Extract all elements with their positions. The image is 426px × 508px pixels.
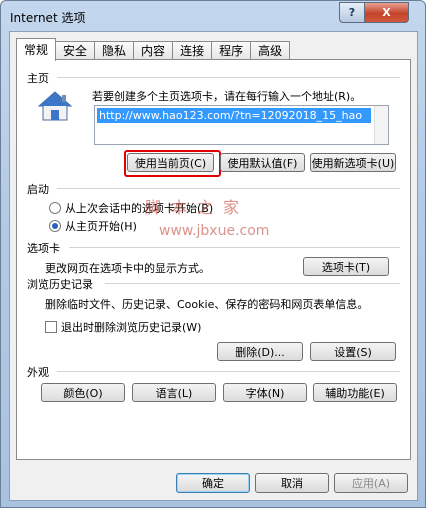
tab-advanced[interactable]: 高级: [250, 41, 291, 61]
divider: [69, 247, 400, 248]
startup-section-title: 启动: [27, 183, 49, 196]
tab-security[interactable]: 安全: [55, 41, 96, 61]
internet-options-window: Internet 选项 ? X 常规 安全 隐私 内容 连接 程序 高级 主页 …: [0, 0, 426, 508]
divider: [105, 283, 400, 284]
home-page-textarea[interactable]: http://www.hao123.com/?tn=12092018_15_ha…: [94, 105, 389, 145]
use-default-button[interactable]: 使用默认值(F): [220, 153, 305, 172]
delete-on-exit-label: 退出时删除浏览历史记录(W): [61, 321, 202, 334]
window-title: Internet 选项: [10, 11, 86, 25]
title-bar: Internet 选项 ? X: [1, 1, 425, 31]
languages-button[interactable]: 语言(L): [132, 383, 216, 402]
tabs-section-title: 选项卡: [27, 242, 60, 255]
divider: [57, 188, 400, 189]
watermark-title: 脚本之家: [145, 198, 250, 217]
textarea-scrollbar[interactable]: [374, 106, 388, 144]
home-instruction: 若要创建多个主页选项卡，请在每行输入一个地址(R)。: [92, 90, 362, 103]
fonts-button[interactable]: 字体(N): [223, 383, 307, 402]
use-current-button[interactable]: 使用当前页(C): [127, 153, 214, 172]
tab-general[interactable]: 常规: [16, 38, 57, 61]
startup-radio-home-page[interactable]: [49, 220, 61, 232]
tabs-settings-button[interactable]: 选项卡(T): [303, 257, 389, 276]
appearance-section-title: 外观: [27, 366, 49, 379]
colors-button[interactable]: 颜色(O): [41, 383, 125, 402]
startup-radio-last-session[interactable]: [49, 202, 61, 214]
home-icon: [37, 91, 73, 121]
divider: [57, 77, 400, 78]
ok-button[interactable]: 确定: [176, 473, 250, 493]
help-button[interactable]: ?: [339, 2, 365, 23]
history-settings-button[interactable]: 设置(S): [310, 342, 396, 361]
close-button[interactable]: X: [364, 2, 409, 23]
history-description: 删除临时文件、历史记录、Cookie、保存的密码和网页表单信息。: [45, 298, 369, 311]
delete-on-exit-checkbox[interactable]: [45, 321, 57, 333]
watermark-url: www.jbxue.com: [159, 223, 270, 239]
tab-programs[interactable]: 程序: [211, 41, 252, 61]
use-new-tab-button[interactable]: 使用新选项卡(U): [310, 153, 396, 172]
divider: [57, 371, 400, 372]
tab-content[interactable]: 内容: [133, 41, 174, 61]
startup-option-home-page: 从主页开始(H): [65, 220, 137, 233]
tab-strip: 常规 安全 隐私 内容 连接 程序 高级: [16, 38, 291, 61]
cancel-button[interactable]: 取消: [255, 473, 329, 493]
home-page-url: http://www.hao123.com/?tn=12092018_15_ha…: [97, 108, 371, 123]
dialog-body: 常规 安全 隐私 内容 连接 程序 高级 主页 若要创建多个主页选项卡，请在每行…: [9, 31, 418, 501]
general-tab-panel: 主页 若要创建多个主页选项卡，请在每行输入一个地址(R)。 http://www…: [16, 59, 411, 460]
delete-history-button[interactable]: 删除(D)...: [217, 342, 303, 361]
apply-button[interactable]: 应用(A): [334, 473, 408, 493]
tab-privacy[interactable]: 隐私: [94, 41, 135, 61]
history-section-title: 浏览历史记录: [27, 278, 93, 291]
tab-connections[interactable]: 连接: [172, 41, 213, 61]
accessibility-button[interactable]: 辅助功能(E): [313, 383, 397, 402]
home-section-title: 主页: [27, 72, 49, 85]
tabs-description: 更改网页在选项卡中的显示方式。: [45, 262, 210, 275]
